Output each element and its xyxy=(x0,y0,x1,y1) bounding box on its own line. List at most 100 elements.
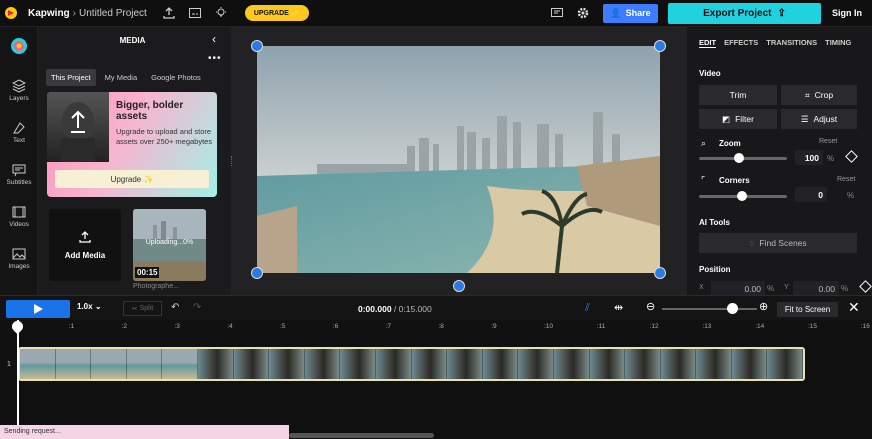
resize-handle-top-left[interactable] xyxy=(251,40,263,52)
position-x-field[interactable]: 0.00 xyxy=(711,281,765,296)
tab-transitions[interactable]: TRANSITIONS xyxy=(766,38,817,48)
ruler-tick: :9 xyxy=(491,323,497,330)
rail-item-videos[interactable]: Videos xyxy=(0,205,38,228)
position-keyframe-icon[interactable] xyxy=(859,280,872,293)
speed-dropdown[interactable]: 1.0x ⌄ xyxy=(77,302,102,311)
snap-toggle-icon[interactable]: ⫽ xyxy=(585,302,590,315)
more-options-icon[interactable]: ••• xyxy=(208,53,222,64)
trim-button[interactable]: Trim xyxy=(699,85,777,105)
upload-icon[interactable] xyxy=(159,3,179,23)
timeline-scrollbar[interactable] xyxy=(289,433,434,438)
ruler-tick: :2 xyxy=(121,323,128,330)
video-preview[interactable] xyxy=(257,46,660,273)
zoom-label: Zoom xyxy=(719,139,741,148)
filter-button[interactable]: ◩ Filter xyxy=(699,109,777,129)
loading-spinner-icon: ◌ xyxy=(749,238,755,248)
position-label: Position xyxy=(699,265,731,274)
rail-label-layers: Layers xyxy=(9,95,29,102)
panel-resize-grip[interactable] xyxy=(231,156,234,166)
play-button[interactable] xyxy=(6,300,70,318)
status-bar: Sending request... xyxy=(0,425,289,439)
find-scenes-button[interactable]: ◌ Find Scenes xyxy=(699,233,857,253)
undo-icon[interactable]: ↶ xyxy=(171,302,179,313)
layers-icon xyxy=(12,79,26,93)
preview-image xyxy=(257,46,660,273)
export-project-button[interactable]: Export Project ⇪ xyxy=(668,2,821,24)
crop-button[interactable]: ⌗ Crop xyxy=(781,85,857,105)
timeline-zoom-knob[interactable] xyxy=(727,303,738,314)
split-icon: ✂ xyxy=(131,305,138,313)
tab-my-media[interactable]: My Media xyxy=(100,69,143,86)
play-icon xyxy=(33,304,43,314)
tab-effects[interactable]: EFFECTS xyxy=(724,38,758,48)
zoom-in-icon[interactable]: ⊕ xyxy=(759,300,768,313)
tab-this-project[interactable]: This Project xyxy=(46,69,96,86)
project-title[interactable]: Untitled Project xyxy=(79,8,147,19)
clip-frame xyxy=(767,349,803,379)
corners-slider-knob[interactable] xyxy=(737,191,747,201)
promo-text: Upgrade to upload and store assets over … xyxy=(116,127,213,146)
left-icon-rail: Layers Text Subtitles Videos Images xyxy=(0,27,38,295)
zoom-slider-knob[interactable] xyxy=(733,153,744,163)
playhead[interactable] xyxy=(17,320,19,439)
kapwing-logo-icon[interactable] xyxy=(0,0,22,27)
current-time: 0:00.000 xyxy=(358,304,392,314)
adjust-button[interactable]: ☰ Adjust xyxy=(781,109,857,129)
redo-icon[interactable]: ↷ xyxy=(193,302,201,313)
rail-item-subtitles[interactable]: Subtitles xyxy=(0,163,38,186)
collapse-panel-chevron-icon[interactable]: ‹ xyxy=(212,32,216,46)
crop-label: Crop xyxy=(814,90,834,100)
close-timeline-icon[interactable]: ✕ xyxy=(848,299,860,316)
corners-unit: % xyxy=(847,191,855,200)
share-button[interactable]: 👤 Share xyxy=(603,3,658,23)
clip-frame xyxy=(589,349,626,379)
brand-name[interactable]: Kapwing xyxy=(28,8,70,19)
subtitles-toggle-icon[interactable] xyxy=(185,3,205,23)
timeline-ruler[interactable]: 0:1:2:3:4:5:6:7:8:9:10:11:12:13:14:15:16 xyxy=(0,320,872,334)
zoom-keyframe-icon[interactable] xyxy=(845,150,858,163)
upload-icon xyxy=(79,230,91,243)
sign-in-link[interactable]: Sign In xyxy=(832,8,862,18)
ruler-tick: :13 xyxy=(702,323,712,330)
rotate-handle-icon[interactable] xyxy=(453,280,465,292)
lightbulb-icon[interactable] xyxy=(211,3,231,23)
timeline-zoom-track[interactable] xyxy=(662,308,757,310)
kapwing-home-icon[interactable] xyxy=(0,37,38,55)
tab-timing[interactable]: TIMING xyxy=(825,38,851,48)
clip-frame xyxy=(375,349,412,379)
clip-frame xyxy=(233,349,270,379)
settings-gear-icon[interactable] xyxy=(573,3,593,23)
rail-item-images[interactable]: Images xyxy=(0,247,38,270)
fit-width-icon[interactable]: ⇹ xyxy=(614,301,623,314)
position-y-field[interactable]: 0.00 xyxy=(793,281,839,296)
corners-reset-link[interactable]: Reset xyxy=(837,176,855,183)
clip-frame xyxy=(625,349,661,379)
ruler-tick: :1 xyxy=(68,323,75,330)
promo-upgrade-button[interactable]: Upgrade ✨ xyxy=(55,170,209,188)
export-label: Export Project xyxy=(703,7,772,19)
position-x-unit: % xyxy=(767,284,775,293)
video-clip[interactable] xyxy=(18,347,805,381)
adjust-label: Adjust xyxy=(813,114,838,124)
upgrade-button[interactable]: UPGRADE ✨ xyxy=(244,5,309,21)
resize-handle-bottom-right[interactable] xyxy=(654,267,666,279)
add-media-button[interactable]: Add Media xyxy=(49,209,121,281)
zoom-reset-link[interactable]: Reset xyxy=(819,138,837,145)
ruler-tick: :12 xyxy=(649,323,659,330)
zoom-value-field[interactable]: 100 xyxy=(795,150,823,165)
rail-item-layers[interactable]: Layers xyxy=(0,79,38,102)
rail-item-text[interactable]: Text xyxy=(0,121,38,144)
media-thumbnail[interactable]: Uploading...0% 00:15 xyxy=(133,209,206,281)
corners-icon: ⌜ xyxy=(701,175,706,185)
resize-handle-bottom-left[interactable] xyxy=(251,267,263,279)
clip-frame xyxy=(731,349,768,379)
zoom-out-icon[interactable]: ⊖ xyxy=(646,300,655,313)
clip-frame xyxy=(304,349,341,379)
tab-google-photos[interactable]: Google Photos xyxy=(146,69,206,86)
split-button[interactable]: ✂ Split xyxy=(123,301,162,316)
comments-icon[interactable] xyxy=(547,3,567,23)
resize-handle-top-right[interactable] xyxy=(654,40,666,52)
fit-to-screen-button[interactable]: Fit to Screen xyxy=(777,302,838,317)
corners-value-field[interactable]: 0 xyxy=(795,187,827,202)
tab-edit[interactable]: EDIT xyxy=(699,38,717,48)
